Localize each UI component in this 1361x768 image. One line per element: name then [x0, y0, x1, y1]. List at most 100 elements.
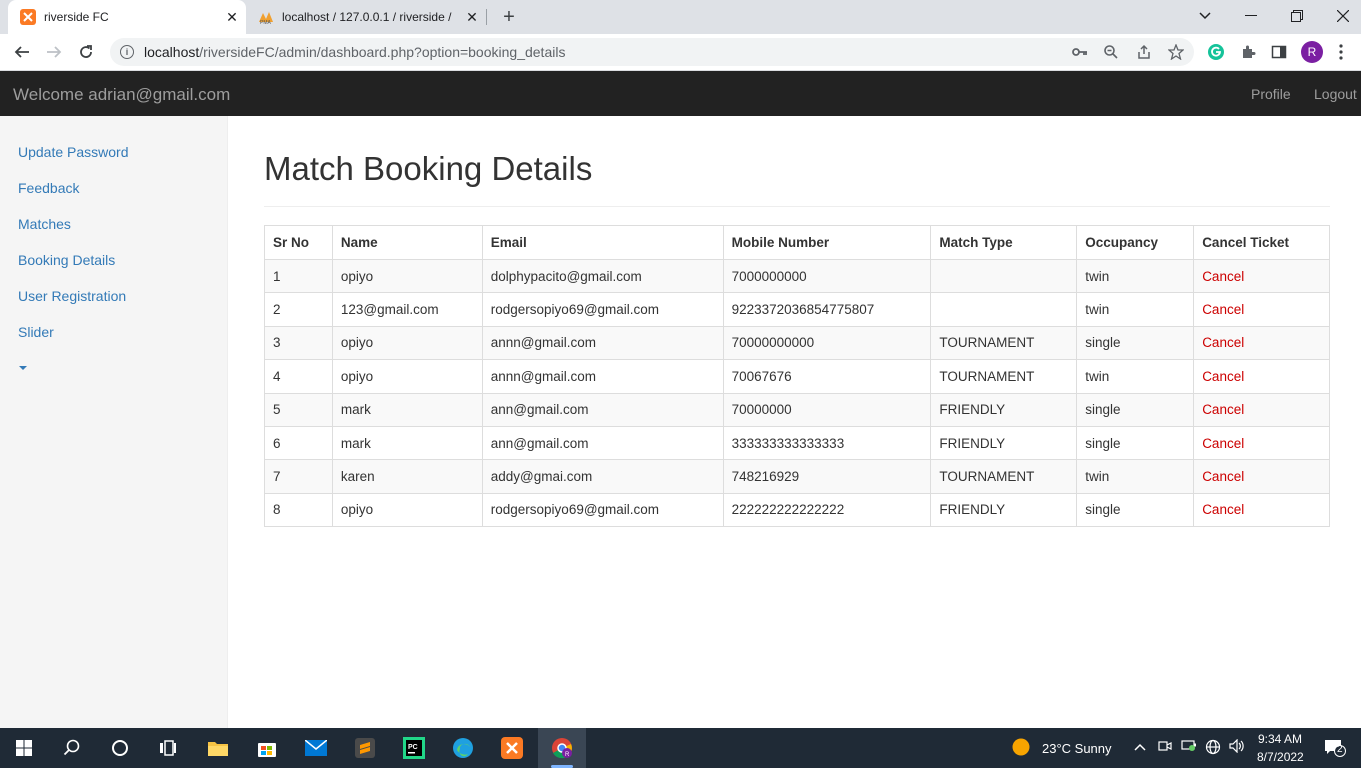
column-header: Sr No	[264, 225, 333, 260]
side-panel-icon[interactable]	[1268, 41, 1290, 63]
sidebar-item-update-password[interactable]: Update Password	[18, 144, 129, 160]
clock-date[interactable]: 8/7/2022	[1257, 750, 1304, 764]
tab-close-icon[interactable]: ✕	[220, 5, 244, 29]
cancel-link[interactable]: Cancel	[1193, 492, 1330, 528]
mobile-cell: 70000000	[722, 392, 932, 427]
column-header: Name	[331, 225, 483, 260]
profile-avatar[interactable]: R	[1301, 41, 1323, 63]
name-cell: opiyo	[331, 492, 483, 528]
network-globe-icon[interactable]	[1204, 739, 1222, 758]
search-icon[interactable]	[52, 732, 92, 764]
notification-center-icon[interactable]	[1323, 739, 1347, 760]
browser-toolbar: i localhost/riversideFC/admin/dashboard.…	[0, 34, 1361, 71]
file-explorer-icon[interactable]	[198, 732, 238, 764]
page-title: Match Booking Details	[264, 150, 593, 187]
cancel-link[interactable]: Cancel	[1193, 425, 1330, 461]
address-bar[interactable]: i localhost/riversideFC/admin/dashboard.…	[110, 38, 1194, 66]
mobile-cell: 9223372036854775807	[722, 292, 932, 327]
close-window-icon[interactable]	[1320, 0, 1361, 32]
svg-text:PC: PC	[408, 744, 418, 751]
sidebar-item-booking-details[interactable]: Booking Details	[18, 252, 115, 268]
back-arrow-icon[interactable]	[8, 38, 36, 66]
cortana-icon[interactable]	[100, 732, 140, 764]
sidebar-item-user-registration[interactable]: User Registration	[18, 288, 126, 304]
microsoft-store-icon[interactable]	[247, 732, 287, 764]
name-cell: mark	[331, 392, 483, 427]
battery-icon[interactable]	[1180, 739, 1198, 754]
meet-now-icon[interactable]	[1156, 739, 1174, 756]
cancel-link[interactable]: Cancel	[1193, 292, 1330, 327]
restore-icon[interactable]	[1274, 0, 1320, 32]
name-cell: opiyo	[331, 359, 483, 394]
tab-search-chevron-icon[interactable]	[1182, 0, 1228, 32]
clock-time[interactable]: 9:34 AM	[1258, 732, 1302, 746]
chrome-taskbar-icon[interactable]: R	[542, 732, 582, 764]
tab-close-icon[interactable]: ✕	[460, 5, 484, 29]
key-icon[interactable]	[1070, 42, 1090, 62]
share-icon[interactable]	[1134, 42, 1154, 62]
zoom-icon[interactable]	[1101, 42, 1121, 62]
match-type-cell: FRIENDLY	[930, 425, 1078, 461]
minimize-icon[interactable]	[1228, 0, 1274, 32]
weather-text[interactable]: 23°C Sunny	[1042, 741, 1112, 756]
cancel-link[interactable]: Cancel	[1193, 459, 1330, 494]
sidebar-item-slider[interactable]: Slider	[18, 324, 54, 340]
occupancy-cell: single	[1076, 425, 1195, 461]
edge-browser-icon[interactable]	[443, 732, 483, 764]
occupancy-cell: twin	[1076, 292, 1195, 327]
table-row: 2 123@gmail.com rodgersopiyo69@gmail.com…	[264, 292, 1330, 327]
name-cell: opiyo	[331, 325, 483, 361]
tab-separator	[486, 9, 487, 25]
svg-text:PMA: PMA	[260, 20, 272, 25]
grammarly-extension-icon[interactable]	[1205, 41, 1227, 63]
column-header: Cancel Ticket	[1193, 225, 1330, 260]
pycharm-icon[interactable]: PC	[394, 732, 434, 764]
tab-title: localhost / 127.0.0.1 / riverside /	[282, 10, 452, 24]
cancel-link[interactable]: Cancel	[1193, 392, 1330, 427]
notification-count-badge: 2	[1337, 744, 1343, 755]
profile-link[interactable]: Profile	[1251, 86, 1291, 102]
cancel-link[interactable]: Cancel	[1193, 325, 1330, 361]
email-cell: addy@gmai.com	[481, 459, 724, 494]
mail-icon[interactable]	[296, 732, 336, 764]
sidebar-item-feedback[interactable]: Feedback	[18, 180, 79, 196]
sr-no-cell: 5	[264, 392, 333, 427]
occupancy-cell: twin	[1076, 258, 1195, 294]
tab-title: riverside FC	[44, 10, 109, 24]
logout-link[interactable]: Logout	[1314, 86, 1357, 102]
occupancy-cell: single	[1076, 492, 1195, 528]
windows-start-icon[interactable]	[4, 732, 44, 764]
app-navbar: Welcome adrian@gmail.com Profile Logout	[0, 71, 1361, 116]
mobile-cell: 222222222222222	[722, 492, 932, 528]
sidebar-item-matches[interactable]: Matches	[18, 216, 71, 232]
reload-icon[interactable]	[72, 38, 100, 66]
chrome-menu-icon[interactable]	[1330, 41, 1352, 63]
task-view-icon[interactable]	[148, 732, 188, 764]
new-tab-plus-icon[interactable]: +	[496, 4, 522, 30]
forward-arrow-icon[interactable]	[40, 38, 68, 66]
bookmark-star-icon[interactable]	[1166, 42, 1186, 62]
sublime-text-icon[interactable]	[345, 732, 385, 764]
column-header: Occupancy	[1076, 225, 1195, 260]
weather-sun-icon	[1012, 738, 1030, 759]
show-hidden-icons-chevron-icon[interactable]	[1131, 739, 1149, 754]
sr-no-cell: 7	[264, 459, 333, 494]
welcome-brand[interactable]: Welcome adrian@gmail.com	[13, 85, 230, 105]
cancel-link[interactable]: Cancel	[1193, 359, 1330, 394]
xampp-taskbar-icon[interactable]	[492, 732, 532, 764]
extensions-puzzle-icon[interactable]	[1237, 41, 1259, 63]
site-info-icon[interactable]: i	[120, 45, 134, 59]
mobile-cell: 7000000000	[722, 258, 932, 294]
tab-riverside-fc[interactable]: riverside FC ✕	[8, 0, 246, 34]
column-header: Mobile Number	[722, 225, 932, 260]
cancel-link[interactable]: Cancel	[1193, 258, 1330, 294]
name-cell: 123@gmail.com	[331, 292, 483, 327]
email-cell: ann@gmail.com	[481, 392, 724, 427]
table-row: 7 karen addy@gmai.com 748216929 TOURNAME…	[264, 459, 1330, 494]
occupancy-cell: twin	[1076, 459, 1195, 494]
volume-icon[interactable]	[1228, 738, 1246, 756]
dropdown-caret-icon[interactable]	[19, 366, 27, 370]
tab-phpmyadmin[interactable]: PMA localhost / 127.0.0.1 / riverside / …	[248, 0, 486, 34]
sidebar: Update Password Feedback Matches Booking…	[0, 116, 228, 728]
sr-no-cell: 6	[264, 425, 333, 461]
